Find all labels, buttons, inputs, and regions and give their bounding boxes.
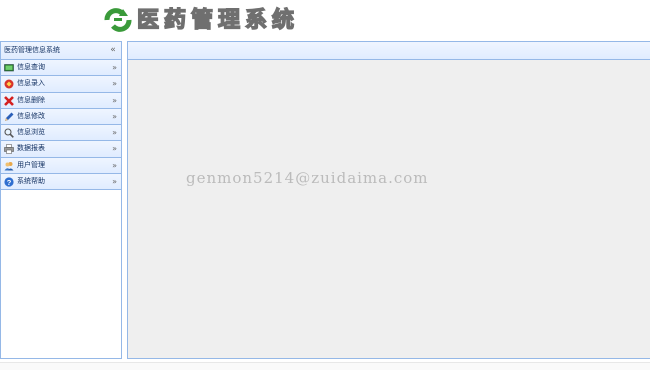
chevron-down-icon[interactable]: »: [112, 93, 117, 108]
svg-text:?: ?: [7, 178, 12, 187]
watermark-text: genmon5214@zuidaima.com: [186, 169, 429, 187]
sidebar-panel: 医药管理信息系统 « 信息查询 » 信息录入 » 信息删除 » 信息修改 » 信…: [0, 41, 122, 359]
printer-icon: [4, 144, 14, 155]
sidebar-item-delete[interactable]: 信息删除 »: [1, 92, 121, 109]
sidebar-item-label: 系统帮助: [17, 177, 45, 186]
sidebar-item-label: 数据报表: [17, 144, 45, 153]
sidebar-item-label: 信息录入: [17, 79, 45, 88]
double-chevron-left-icon[interactable]: «: [108, 42, 118, 59]
entry-icon: [4, 79, 14, 89]
delete-x-icon: [4, 95, 14, 106]
chevron-down-icon[interactable]: »: [112, 174, 117, 189]
chevron-down-icon[interactable]: »: [112, 60, 117, 75]
sidebar-item-label: 信息修改: [17, 111, 45, 120]
chevron-down-icon[interactable]: »: [112, 125, 117, 140]
app-header: 医药管理系统: [0, 0, 650, 41]
monitor-icon: [4, 64, 14, 72]
sidebar-header: 医药管理信息系统 «: [1, 42, 121, 60]
app-title: 医药管理系统: [136, 6, 300, 33]
chevron-down-icon[interactable]: »: [112, 158, 117, 173]
sidebar-item-label: 信息浏览: [17, 128, 45, 137]
help-icon: ?: [4, 177, 14, 187]
logo-icon: [104, 8, 132, 32]
main-content-panel: [127, 41, 650, 359]
sidebar-item-label: 信息删除: [17, 95, 45, 104]
sidebar-item-browse[interactable]: 信息浏览 »: [1, 125, 121, 142]
sidebar-item-edit[interactable]: 信息修改 »: [1, 108, 121, 126]
sidebar-item-help[interactable]: ? 系统帮助 »: [1, 174, 121, 191]
sidebar-item-query[interactable]: 信息查询 »: [1, 60, 121, 77]
sidebar-title: 医药管理信息系统: [4, 46, 60, 54]
chevron-down-icon[interactable]: »: [112, 109, 117, 124]
pencil-icon: [5, 112, 14, 121]
chevron-down-icon[interactable]: »: [112, 76, 117, 91]
sidebar-item-report[interactable]: 数据报表 »: [1, 141, 121, 158]
sidebar-item-label: 信息查询: [17, 63, 45, 71]
sidebar-item-entry[interactable]: 信息录入 »: [1, 76, 121, 93]
main-panel-header: [128, 42, 650, 60]
chevron-down-icon[interactable]: »: [112, 141, 117, 156]
users-icon: [4, 161, 14, 171]
sidebar-item-label: 用户管理: [17, 160, 45, 169]
sidebar-item-users[interactable]: 用户管理 »: [1, 157, 121, 175]
magnifier-icon: [4, 128, 14, 139]
